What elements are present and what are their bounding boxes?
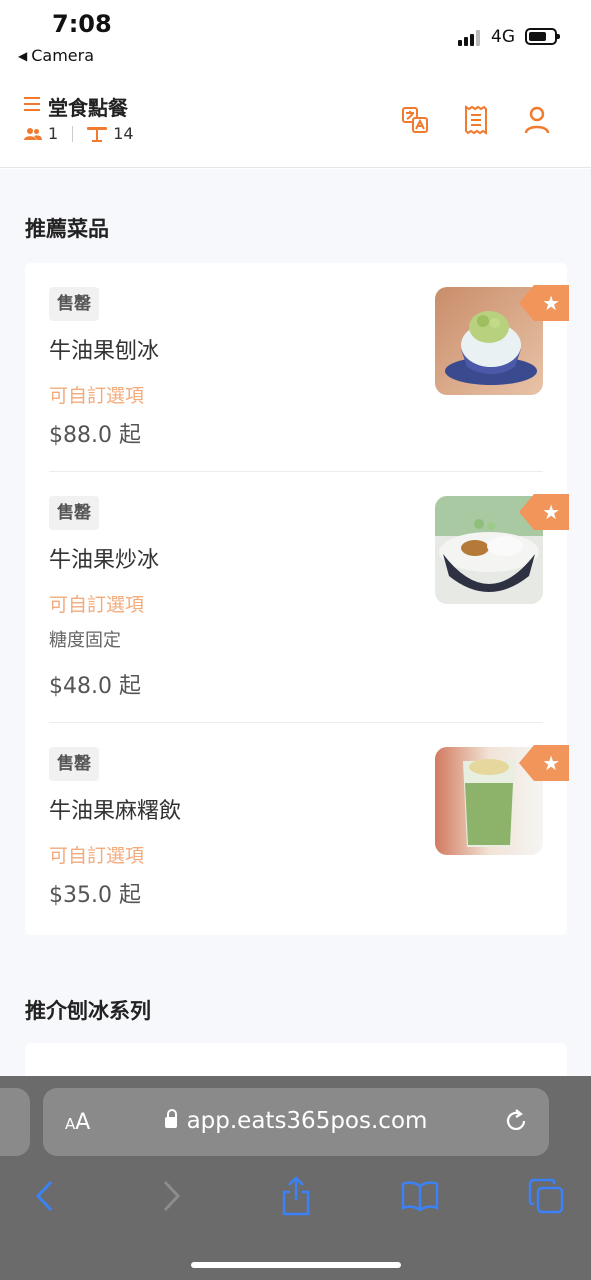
previous-tab[interactable] (0, 1088, 30, 1156)
address-bar[interactable]: AA app.eats365pos.com (43, 1088, 549, 1156)
menu-content[interactable]: 推薦菜品 售罄 牛油果刨冰 可自訂選項 $88.0 起 ★ 售罄 牛油果炒冰 可… (0, 169, 591, 1103)
battery-icon (525, 28, 560, 45)
menu-icon[interactable] (24, 97, 40, 111)
menu-item[interactable]: 售罄 牛油果刨冰 可自訂選項 $88.0 起 ★ (49, 285, 569, 471)
app-header: 堂食點餐 1 14 (0, 80, 591, 168)
item-price: $48.0 起 (49, 674, 141, 699)
divider (49, 471, 543, 472)
back-arrow-icon: ◀ (18, 48, 28, 63)
home-indicator (191, 1262, 401, 1268)
browser-toolbar: AA app.eats365pos.com (0, 1076, 591, 1280)
recommended-card: 售罄 牛油果刨冰 可自訂選項 $88.0 起 ★ 售罄 牛油果炒冰 可自訂選項 … (25, 263, 569, 935)
tabs-icon[interactable] (526, 1176, 566, 1216)
page-title: 堂食點餐 (48, 96, 128, 120)
item-name: 牛油果刨冰 (49, 339, 160, 364)
section-title: 推薦菜品 (25, 217, 109, 241)
item-note: 糖度固定 (49, 630, 121, 651)
table-number: 14 (113, 124, 134, 143)
url-text[interactable]: app.eats365pos.com (43, 1108, 549, 1134)
item-customizable: 可自訂選項 (49, 385, 145, 407)
item-customizable: 可自訂選項 (49, 845, 145, 867)
bookmarks-icon[interactable] (400, 1176, 440, 1216)
item-price: $35.0 起 (49, 883, 141, 908)
receipt-icon[interactable] (460, 104, 492, 136)
divider (49, 722, 543, 723)
sold-out-badge: 售罄 (49, 747, 99, 781)
menu-item[interactable]: 售罄 牛油果麻糬飲 可自訂選項 $35.0 起 ★ (49, 745, 569, 917)
sold-out-badge: 售罄 (49, 287, 99, 321)
clock: 7:08 (52, 10, 112, 38)
sold-out-badge: 售罄 (49, 496, 99, 530)
section-title: 推介刨冰系列 (25, 999, 151, 1023)
back-label: Camera (31, 46, 95, 65)
guest-count: 1 (48, 124, 59, 143)
item-name: 牛油果炒冰 (49, 548, 160, 573)
translate-icon[interactable] (399, 104, 431, 136)
lock-icon (164, 1109, 177, 1128)
back-to-camera[interactable]: ◀ Camera (18, 46, 94, 65)
table-icon (87, 126, 108, 142)
signal-icon (458, 30, 484, 46)
item-name: 牛油果麻糬飲 (49, 799, 182, 824)
guests-icon (24, 127, 42, 141)
table-info: 1 14 (24, 124, 134, 143)
user-icon[interactable] (521, 104, 553, 136)
item-customizable: 可自訂選項 (49, 594, 145, 616)
forward-icon[interactable] (152, 1176, 192, 1216)
network-type: 4G (491, 27, 515, 47)
item-price: $88.0 起 (49, 423, 141, 448)
share-icon[interactable] (276, 1176, 316, 1216)
reload-icon[interactable] (503, 1108, 529, 1134)
back-icon[interactable] (24, 1176, 64, 1216)
menu-item[interactable]: 售罄 牛油果炒冰 可自訂選項 糖度固定 $48.0 起 ★ (49, 494, 569, 722)
status-bar: 7:08 ◀ Camera 4G (0, 0, 591, 80)
